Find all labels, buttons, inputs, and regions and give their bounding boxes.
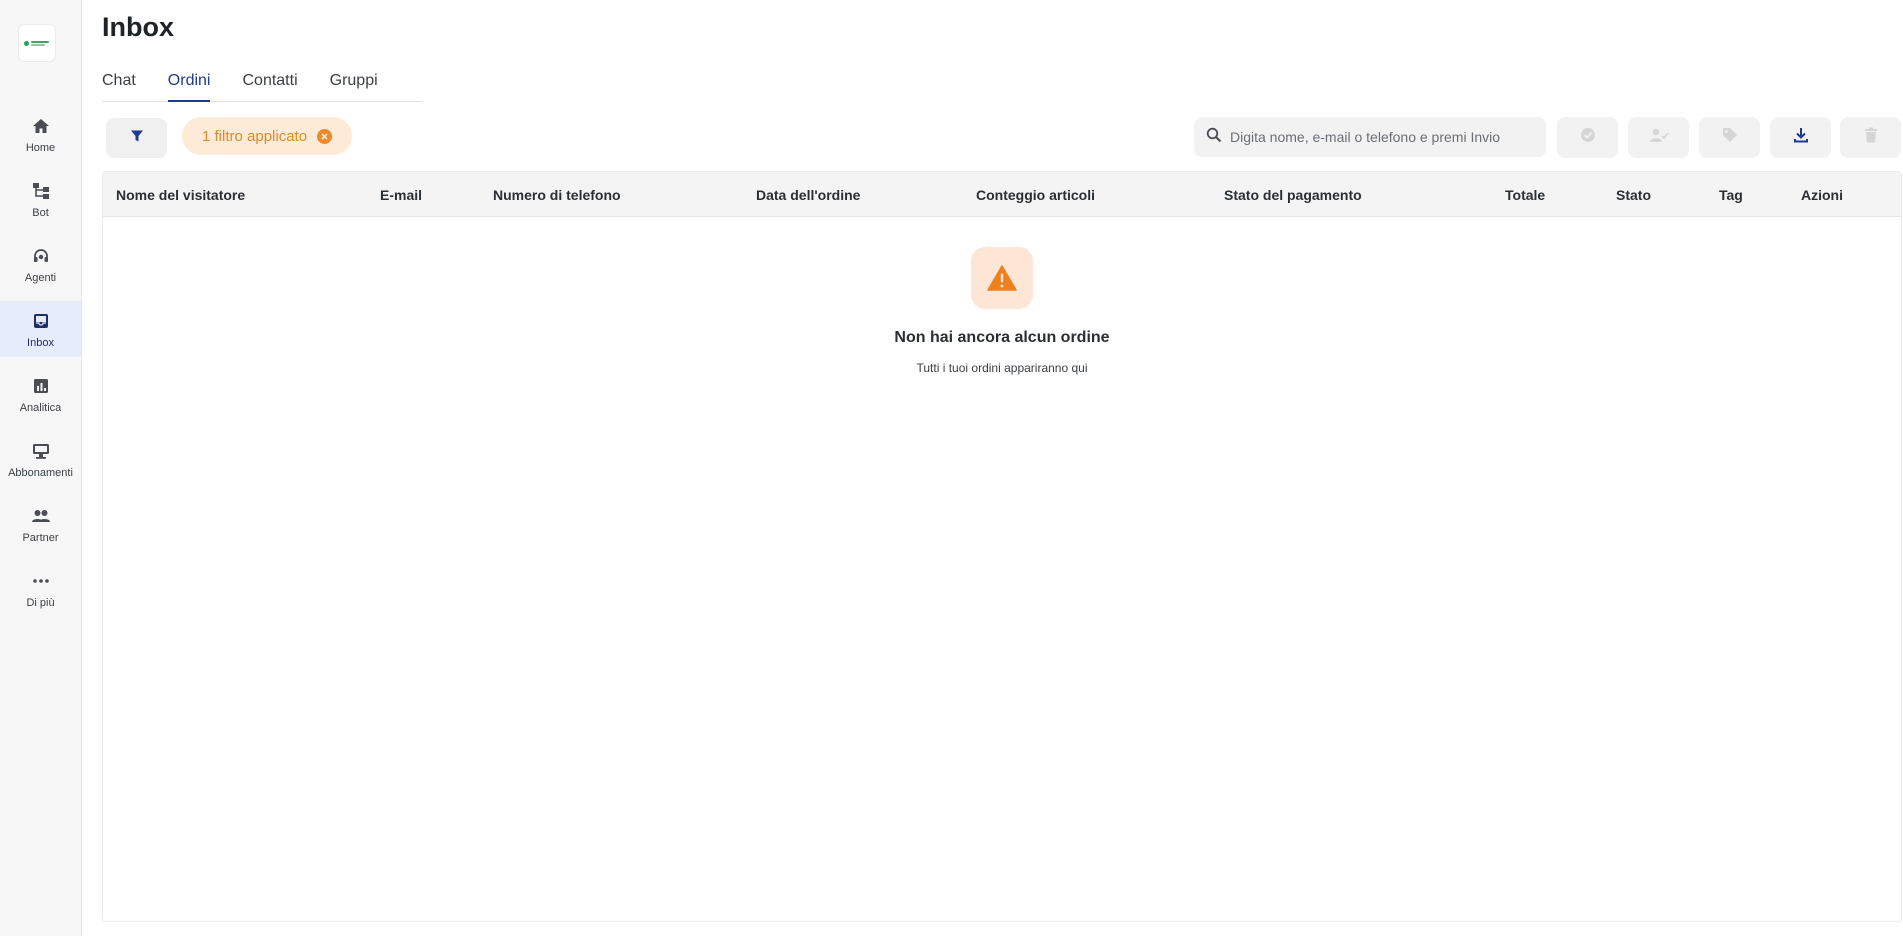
sidebar-item-abbonamenti[interactable]: Abbonamenti <box>0 431 81 487</box>
search-icon <box>1206 127 1222 148</box>
delete-button[interactable] <box>1840 117 1901 158</box>
sidebar-item-label: Agenti <box>24 272 57 284</box>
check-circle-icon <box>1580 127 1596 148</box>
column-header[interactable]: Totale <box>1505 187 1545 203</box>
sidebar-item-label: Inbox <box>27 337 54 349</box>
delete-icon <box>1864 127 1878 148</box>
bot-icon <box>31 181 51 201</box>
inbox-icon <box>31 311 51 331</box>
sidebar-item-label: Abbonamenti <box>8 467 73 479</box>
sidebar-item-agenti[interactable]: Agenti <box>0 236 81 292</box>
headset-icon <box>31 246 51 266</box>
subscriptions-icon <box>31 441 51 461</box>
assign-user-icon <box>1649 127 1669 148</box>
download-button[interactable] <box>1770 117 1831 158</box>
column-header[interactable]: Tag <box>1719 187 1743 203</box>
warning-icon <box>971 247 1033 309</box>
filter-chip-label: 1 filtro applicato <box>202 127 308 145</box>
close-icon[interactable] <box>317 128 333 144</box>
mark-resolved-button[interactable] <box>1557 117 1618 158</box>
column-header[interactable]: Azioni <box>1801 187 1843 203</box>
table-header: Nome del visitatore E-mail Numero di tel… <box>103 172 1901 217</box>
tag-button[interactable] <box>1699 117 1760 158</box>
column-header[interactable]: Numero di telefono <box>493 187 621 203</box>
filter-icon <box>130 129 144 148</box>
sidebar-item-label: Home <box>25 142 56 154</box>
sidebar-item-label: Analitica <box>19 402 62 414</box>
sidebar-item-partner[interactable]: Partner <box>0 496 81 552</box>
tab-bar: Chat Ordini Contatti Gruppi <box>102 72 422 102</box>
column-header[interactable]: Data dell'ordine <box>756 187 860 203</box>
analytics-icon <box>31 376 51 396</box>
partner-icon <box>31 506 51 526</box>
sidebar-item-label: Partner <box>22 532 59 544</box>
orders-table: Nome del visitatore E-mail Numero di tel… <box>102 171 1902 922</box>
brand-logo[interactable] <box>18 24 56 62</box>
sidebar-item-inbox[interactable]: Inbox <box>0 301 81 357</box>
sidebar-item-bot[interactable]: Bot <box>0 171 81 227</box>
home-icon <box>31 116 51 136</box>
empty-state: Non hai ancora alcun ordine Tutti i tuoi… <box>103 247 1901 375</box>
tab-gruppi[interactable]: Gruppi <box>330 72 378 101</box>
column-header[interactable]: Nome del visitatore <box>116 187 245 203</box>
sidebar-item-home[interactable]: Home <box>0 106 81 162</box>
column-header[interactable]: Conteggio articoli <box>976 187 1095 203</box>
empty-state-title: Non hai ancora alcun ordine <box>894 329 1110 346</box>
download-icon <box>1793 127 1809 148</box>
sidebar-item-label: Di più <box>26 597 55 609</box>
column-header[interactable]: E-mail <box>380 187 422 203</box>
sidebar-item-label: Bot <box>32 207 49 219</box>
sidebar-item-analitica[interactable]: Analitica <box>0 366 81 422</box>
assign-button[interactable] <box>1628 117 1689 158</box>
column-header[interactable]: Stato <box>1616 187 1651 203</box>
sidebar: Home Bot Agenti Inbox Analitica Abboname… <box>0 0 82 936</box>
page-title: Inbox <box>102 12 174 42</box>
search-input[interactable] <box>1230 129 1530 145</box>
search-box <box>1194 117 1546 157</box>
sidebar-item-more[interactable]: Di più <box>0 561 81 617</box>
tab-ordini[interactable]: Ordini <box>167 72 210 102</box>
tag-icon <box>1722 127 1738 148</box>
more-icon <box>31 571 51 591</box>
filter-button[interactable] <box>106 118 167 158</box>
tab-chat[interactable]: Chat <box>102 72 136 101</box>
tab-contatti[interactable]: Contatti <box>242 72 297 101</box>
applied-filter-chip[interactable]: 1 filtro applicato <box>182 117 353 155</box>
empty-state-subtitle: Tutti i tuoi ordini appariranno qui <box>916 361 1088 375</box>
column-header[interactable]: Stato del pagamento <box>1224 187 1362 203</box>
